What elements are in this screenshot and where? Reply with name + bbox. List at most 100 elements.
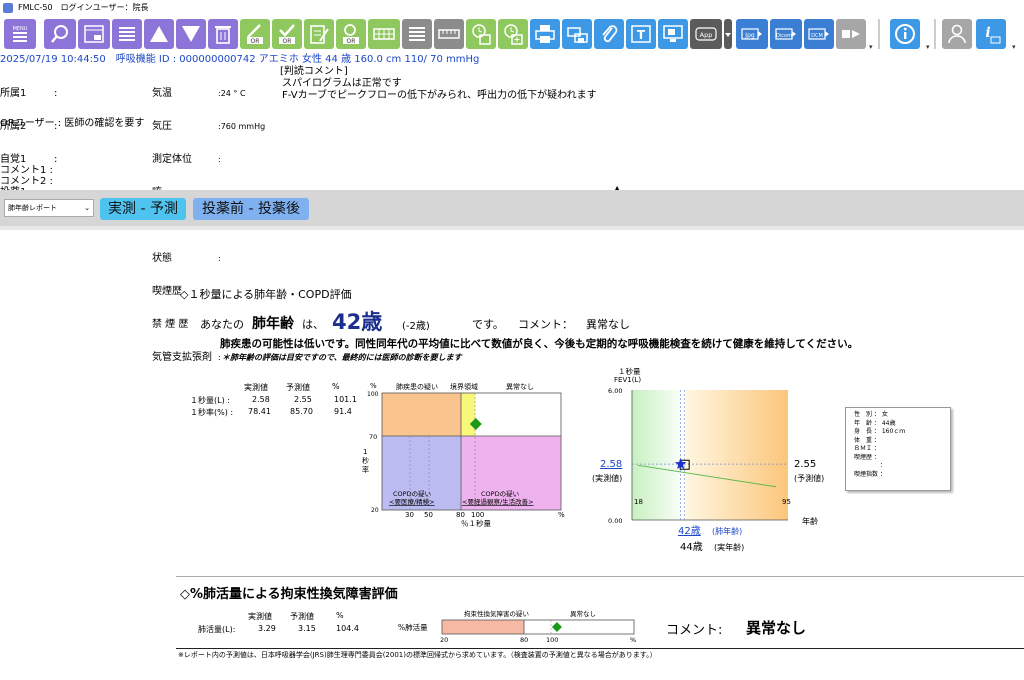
app-button[interactable]: App — [690, 19, 722, 49]
app-dropdown-button[interactable] — [724, 19, 732, 49]
grid-button[interactable] — [368, 19, 400, 49]
restrictive-pred: 3.15 — [298, 624, 316, 633]
mid-label: 測定体位 — [152, 154, 192, 165]
dicom-send-icon: DCM — [808, 28, 829, 40]
jpg-export-button[interactable]: Jpg — [736, 19, 768, 49]
mid-value: : — [218, 155, 221, 164]
age-chart-lung-age-value: 42歳 — [678, 525, 701, 537]
quad-y-label-2: 秒 — [362, 456, 369, 465]
app-icon — [3, 3, 13, 13]
monitor-button[interactable] — [658, 19, 688, 49]
menu-icon: MENU — [13, 26, 28, 42]
view-button[interactable] — [78, 19, 110, 49]
list-gray-button[interactable] — [402, 19, 432, 49]
print-multi-button[interactable] — [562, 19, 592, 49]
info-button[interactable] — [890, 19, 920, 49]
user-icon — [948, 24, 966, 44]
edit-or-button[interactable]: OR — [240, 19, 270, 49]
quad-top-label-1: 肺疾患の疑い — [396, 382, 438, 391]
help-button[interactable]: i — [976, 19, 1006, 49]
clock-add-button[interactable] — [498, 19, 528, 49]
lung-age-chart: １秒量 FEV1(L) 6.00 0.00 2.58 (実測値) 2.55 (予… — [592, 366, 824, 553]
quad-y-tick-20: 20 — [371, 507, 379, 514]
note-edit-button[interactable] — [304, 19, 334, 49]
toolbar-more-icon[interactable]: ▾ — [869, 43, 873, 51]
quad-bottom-left-line-1: COPDの疑い — [393, 489, 431, 498]
list-button[interactable] — [112, 19, 142, 49]
or-user: ORユーザー : 医師の確認を要す — [0, 118, 145, 129]
age-chart-pred-value: 2.55 — [794, 459, 816, 470]
vc-restrictive-area — [442, 620, 524, 634]
row-fev1-pred: 2.55 — [294, 395, 312, 404]
comment-value: 異常なし — [586, 318, 630, 331]
copd-message: 肺疾患の可能性は低いです。同性同年代の平均値に比べて数値が良く、今後も定期的な呼… — [220, 338, 859, 350]
vital-capacity-bar-chart: 拘束性換気障害の疑い 異常なし %肺活量 20 80 100 % — [398, 609, 636, 644]
comment-1: コメント1 : — [0, 165, 53, 176]
quad-borderline-area — [461, 393, 475, 436]
jpg-export-icon: Jpg — [741, 28, 762, 40]
monitor-icon — [663, 25, 683, 42]
actual-vs-predicted-button[interactable]: 実測 - 予測 — [100, 198, 186, 220]
ruler-button[interactable] — [434, 19, 464, 49]
divider — [0, 226, 1024, 230]
menu-button[interactable]: MENU — [4, 19, 36, 49]
reading-comment-line-1: スパイログラムは正常です — [282, 78, 402, 89]
magnifier-icon — [51, 25, 68, 43]
your-age-prefix: あなたの — [200, 318, 244, 331]
toolbar-more-icon[interactable]: ▾ — [926, 43, 930, 51]
move-down-button[interactable] — [176, 19, 206, 49]
delete-button[interactable] — [208, 19, 238, 49]
svg-text:Jpg: Jpg — [744, 32, 755, 39]
quad-x-unit: % — [558, 511, 565, 519]
quad-y-label-3: 率 — [362, 465, 369, 474]
patient-header: 2025/07/19 10:44:50 呼吸機能 ID : 0000000007… — [0, 54, 480, 65]
window-title: FMLC-50 ログインユーザー：院長 — [18, 3, 149, 12]
printer-multi-icon — [567, 27, 588, 43]
age-chart-y-tick-max: 6.00 — [608, 387, 622, 395]
restrictive-comment-label: コメント: — [666, 623, 723, 638]
report-type-select[interactable]: 肺年齢レポート ⌄ — [4, 199, 94, 217]
before-vs-after-medication-button[interactable]: 投薬前 - 投薬後 — [193, 198, 309, 220]
search-button[interactable] — [44, 19, 76, 49]
age-chart-old-area — [686, 390, 788, 520]
vc-unit: % — [630, 636, 636, 644]
svg-text:OR: OR — [283, 38, 292, 45]
quad-y-unit: % — [370, 382, 377, 390]
lung-age-value: 42歳 — [332, 310, 383, 334]
desu-text: です。 — [472, 318, 504, 331]
caret-down-icon — [725, 33, 731, 37]
dicom-export-button[interactable]: Dicom — [770, 19, 802, 49]
comment-2: コメント2 : — [0, 176, 53, 187]
search-or-button[interactable]: OR — [336, 19, 366, 49]
quad-y-tick-100: 100 — [367, 391, 379, 398]
restrictive-row-label: 肺活量(L): — [198, 625, 236, 634]
svg-text:DCM: DCM — [811, 33, 823, 39]
wa-particle: は、 — [302, 318, 324, 331]
send-button[interactable] — [836, 19, 866, 49]
text-icon: T — [631, 25, 651, 43]
summary-line: 体 重 ： — [854, 436, 880, 444]
attach-button[interactable] — [594, 19, 624, 49]
restrictive-pct: 104.4 — [336, 624, 359, 633]
quad-suspected-disease-area — [382, 393, 461, 436]
svg-text:App: App — [700, 31, 713, 39]
dicom-send-button[interactable]: DCM — [804, 19, 834, 49]
quad-y-tick-70: 70 — [369, 433, 377, 441]
toolbar-more-icon[interactable]: ▾ — [1012, 43, 1016, 51]
vc-tick-80: 80 — [520, 636, 528, 644]
patient-summary-box: 性 別 ： 女 年 齢 ： 44歳 身 長 ： 160ｃｍ 体 重 ： ＢＭＩ … — [845, 407, 951, 491]
chevron-down-icon: ⌄ — [84, 204, 90, 212]
user-button[interactable] — [942, 19, 972, 49]
age-chart-actual-value: 2.58 — [600, 459, 622, 470]
age-chart-x-max: 95 — [782, 498, 791, 506]
vc-tick-100: 100 — [546, 636, 558, 644]
grid-icon — [373, 28, 395, 40]
check-or-button[interactable]: OR — [272, 19, 302, 49]
age-chart-y-tick-min: 0.00 — [608, 517, 622, 525]
print-button[interactable] — [530, 19, 560, 49]
row-fev1-pct: 101.1 — [334, 395, 357, 404]
app-icon-glyph: App — [695, 27, 717, 41]
move-up-button[interactable] — [144, 19, 174, 49]
clock-doc-button[interactable] — [466, 19, 496, 49]
text-button[interactable]: T — [626, 19, 656, 49]
